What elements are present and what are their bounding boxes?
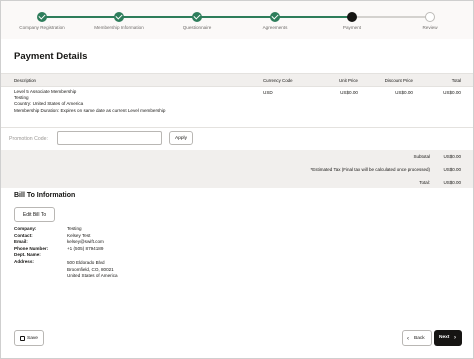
step-agreements[interactable]: Agreements [235, 1, 315, 30]
apply-button[interactable]: Apply [169, 131, 193, 145]
check-icon [114, 12, 124, 22]
step-payment: Payment [312, 1, 392, 30]
total-value: US$0.00 [443, 180, 461, 185]
order-table-header: Description Currency Code Unit Price Dis… [1, 73, 473, 87]
column-header-description: Description [14, 77, 36, 83]
step-label: Company Registration [19, 25, 65, 30]
step-company-registration[interactable]: Company Registration [2, 1, 82, 30]
item-discount: US$0.00 [395, 90, 413, 95]
back-label: Back [414, 336, 425, 341]
step-membership-information[interactable]: Membership Information [79, 1, 159, 30]
column-header-currency: Currency Code [263, 77, 293, 83]
tax-value: US$0.00 [443, 167, 461, 172]
step-label: Membership Information [94, 25, 144, 30]
promotion-code-label: Promotion Code: [9, 136, 48, 142]
column-header-discount: Discount Price [384, 77, 413, 83]
tax-label: *Estimated Tax (Final tax will be calcul… [310, 167, 430, 172]
total-label: Total: [419, 180, 430, 185]
address-label: Address: [14, 258, 34, 264]
back-button[interactable]: ‹ Back [402, 330, 432, 346]
check-icon [270, 12, 280, 22]
address-line-3: United States of America [67, 273, 118, 278]
save-icon [20, 336, 25, 341]
next-label: Next [439, 335, 450, 340]
save-label: Save [27, 336, 38, 341]
check-icon [37, 12, 47, 22]
column-header-unit-price: Unit Price [338, 77, 358, 83]
column-header-total: Total [451, 77, 461, 83]
phone-value: +1 (505) 8794189 [67, 245, 104, 251]
step-label: Agreements [262, 25, 288, 30]
step-review: Review [390, 1, 470, 30]
chevron-left-icon: ‹ [407, 336, 409, 342]
subtotal-label: Subtotal [413, 154, 430, 159]
totals-section: Subtotal US$0.00 *Estimated Tax (Final t… [1, 150, 473, 188]
page-title: Payment Details [14, 51, 88, 62]
step-label: Questionnaire [182, 25, 212, 30]
pending-step-dot [425, 12, 435, 22]
table-row: Level 5 Associate Membership Testing Cou… [1, 87, 473, 127]
checkout-page: Company Registration Membership Informat… [0, 0, 474, 359]
promotion-section: Promotion Code: Apply [1, 127, 473, 151]
current-step-dot [347, 12, 357, 22]
step-label: Review [422, 25, 438, 30]
item-currency: USD [263, 90, 273, 95]
next-button[interactable]: Next › [434, 330, 462, 346]
promotion-code-input[interactable] [57, 131, 162, 145]
save-button[interactable]: Save [14, 330, 44, 346]
step-label: Payment [342, 25, 362, 30]
chevron-right-icon: › [454, 335, 456, 341]
check-icon [192, 12, 202, 22]
item-unit-price: US$0.00 [340, 90, 358, 95]
bill-to-title: Bill To Information [14, 192, 76, 199]
subtotal-value: US$0.00 [443, 154, 461, 159]
item-duration: Membership Duration: Expires on same dat… [14, 107, 166, 113]
edit-bill-to-button[interactable]: Edit Bill To [14, 207, 55, 222]
item-description: Level 5 Associate Membership Testing Cou… [14, 89, 165, 114]
progress-stepper: Company Registration Membership Informat… [1, 1, 473, 39]
step-questionnaire[interactable]: Questionnaire [157, 1, 237, 30]
item-total: US$0.00 [443, 90, 461, 95]
